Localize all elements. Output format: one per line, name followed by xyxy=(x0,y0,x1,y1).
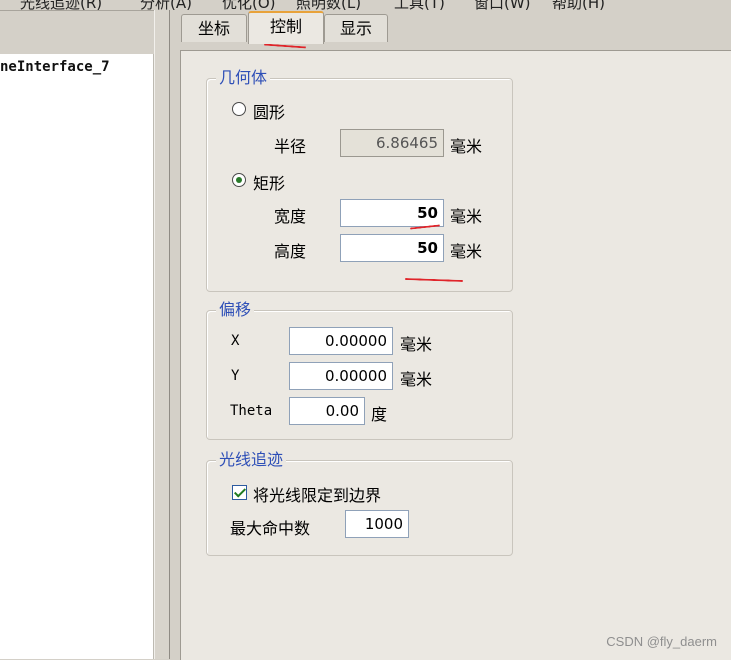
radius-label: 半径 xyxy=(274,137,307,156)
tab-control[interactable]: 控制 xyxy=(248,11,324,44)
panel-splitter[interactable] xyxy=(154,10,170,659)
geometry-group-title: 几何体 xyxy=(216,69,271,87)
tree-panel: neInterface_7 xyxy=(0,54,154,659)
height-field[interactable]: 50 xyxy=(340,234,444,262)
watermark: CSDN @fly_daerm xyxy=(606,634,717,649)
radius-unit: 毫米 xyxy=(450,137,483,156)
raytrace-group-title: 光线追迹 xyxy=(216,451,287,469)
rectangle-label: 矩形 xyxy=(253,174,286,193)
circle-radio[interactable] xyxy=(232,102,246,116)
x-label: X xyxy=(231,333,240,349)
limit-to-boundary-checkbox[interactable] xyxy=(232,485,247,500)
radius-field[interactable]: 6.86465 xyxy=(340,129,444,157)
max-hits-label: 最大命中数 xyxy=(230,519,311,538)
x-field[interactable]: 0.00000 xyxy=(289,327,393,355)
limit-to-boundary-label: 将光线限定到边界 xyxy=(253,486,382,505)
width-field[interactable]: 50 xyxy=(340,199,444,227)
theta-label: Theta xyxy=(230,403,273,419)
y-label: Y xyxy=(231,368,240,384)
tab-label: 显示 xyxy=(339,19,372,38)
height-label: 高度 xyxy=(274,242,307,261)
tab-label: 控制 xyxy=(269,17,302,36)
y-field[interactable]: 0.00000 xyxy=(289,362,393,390)
tab-label: 坐标 xyxy=(197,19,230,38)
raytrace-group: 光线追迹 xyxy=(206,451,513,556)
tab-display[interactable]: 显示 xyxy=(324,14,388,42)
x-unit: 毫米 xyxy=(400,335,433,354)
rectangle-radio[interactable] xyxy=(232,173,246,187)
circle-label: 圆形 xyxy=(253,103,286,122)
tree-item[interactable]: neInterface_7 xyxy=(0,59,110,75)
max-hits-field[interactable]: 1000 xyxy=(345,510,409,538)
theta-unit: 度 xyxy=(371,405,388,424)
y-unit: 毫米 xyxy=(400,370,433,389)
width-unit: 毫米 xyxy=(450,207,483,226)
height-unit: 毫米 xyxy=(450,242,483,261)
menu-raytrace[interactable]: 光线追迹(R) xyxy=(20,0,102,10)
offset-group-title: 偏移 xyxy=(216,301,255,319)
theta-field[interactable]: 0.00 xyxy=(289,397,365,425)
width-label: 宽度 xyxy=(274,207,307,226)
tab-coordinates[interactable]: 坐标 xyxy=(181,14,247,42)
